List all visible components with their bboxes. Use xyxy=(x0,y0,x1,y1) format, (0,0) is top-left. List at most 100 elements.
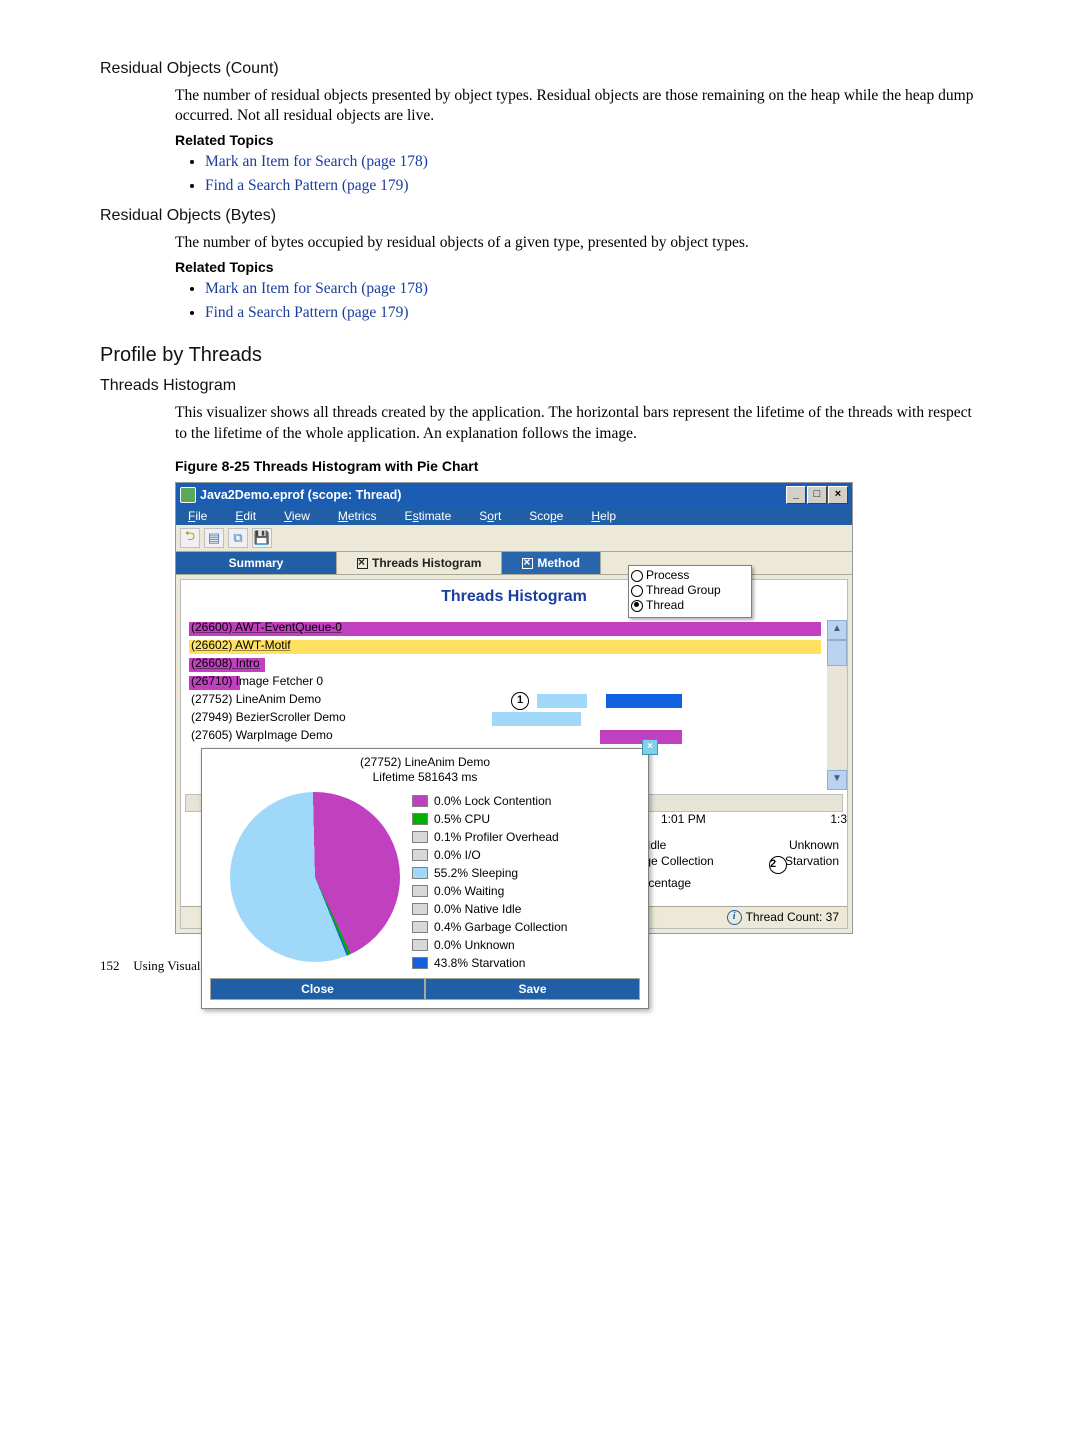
minimize-button[interactable]: _ xyxy=(786,486,806,504)
legend-label: 55.2% Sleeping xyxy=(434,864,518,882)
heading-threads-histogram: Threads Histogram xyxy=(100,377,980,395)
legend-row: 0.0% Unknown xyxy=(412,936,567,954)
page-number: 152 xyxy=(100,958,130,974)
chart-panel: Threads Histogram (26600) AWT-EventQueue… xyxy=(180,579,848,929)
window-title: Java2Demo.eprof (scope: Thread) xyxy=(200,488,401,502)
tooltip-close-icon[interactable]: × xyxy=(642,739,658,755)
time-tick: 1:01 PM xyxy=(661,812,706,826)
menu-help[interactable]: Help xyxy=(579,507,632,525)
tab-method[interactable]: Method xyxy=(502,552,601,574)
heading-profile-threads: Profile by Threads xyxy=(100,344,980,367)
legend-label: 0.0% Unknown xyxy=(434,936,515,954)
legend-label: 0.1% Profiler Overhead xyxy=(434,828,559,846)
menu-edit[interactable]: Edit xyxy=(223,507,272,525)
thread-tooltip: × (27752) LineAnim Demo Lifetime 581643 … xyxy=(201,748,649,1009)
tool-copy-icon[interactable]: ⧉ xyxy=(228,528,248,548)
scope-option-thread-group[interactable]: Thread Group xyxy=(631,583,751,598)
menu-scope[interactable]: Scope xyxy=(517,507,579,525)
scroll-thumb[interactable] xyxy=(827,640,847,666)
row-label[interactable]: (27752) LineAnim Demo xyxy=(191,692,321,706)
legend-swatch xyxy=(412,939,428,951)
body-threads-histogram: This visualizer shows all threads create… xyxy=(175,403,980,443)
related-links-list-2: Mark an Item for Search (page 178) Find … xyxy=(175,277,980,324)
body-residual-count: The number of residual objects presented… xyxy=(175,86,980,126)
legend-label: 0.0% Lock Contention xyxy=(434,792,551,810)
legend-swatch xyxy=(412,957,428,969)
legend-row: 0.0% Native Idle xyxy=(412,900,567,918)
row-label[interactable]: (26608) Intro xyxy=(191,656,260,670)
heading-residual-bytes: Residual Objects (Bytes) xyxy=(100,207,980,225)
tooltip-thread-name: (27752) LineAnim Demo xyxy=(210,755,640,771)
tab-summary[interactable]: Summary xyxy=(176,552,337,574)
menu-estimate[interactable]: Estimate xyxy=(393,507,468,525)
toolbar: ⮌ ▤ ⧉ 💾 xyxy=(176,525,852,552)
tool-doc-icon[interactable]: ▤ xyxy=(204,528,224,548)
legend-row: 0.1% Profiler Overhead xyxy=(412,828,567,846)
callout-1: 1 xyxy=(511,692,529,710)
legend-swatch xyxy=(412,795,428,807)
legend-label: 0.4% Garbage Collection xyxy=(434,918,567,936)
menu-sort[interactable]: Sort xyxy=(467,507,517,525)
tooltip-legend: 0.0% Lock Contention0.5% CPU0.1% Profile… xyxy=(412,792,567,972)
legend-swatch xyxy=(412,885,428,897)
scroll-down-icon[interactable]: ▼ xyxy=(827,770,847,790)
tooltip-lifetime: Lifetime 581643 ms xyxy=(210,770,640,786)
legend-swatch xyxy=(412,831,428,843)
scope-option-process[interactable]: Process xyxy=(631,568,751,583)
app-window: Java2Demo.eprof (scope: Thread) _ □ × Fi… xyxy=(175,482,853,934)
row-label[interactable]: (27949) BezierScroller Demo xyxy=(191,710,346,724)
related-topics-heading-2: Related Topics xyxy=(175,259,980,275)
legend-swatch xyxy=(412,813,428,825)
time-tick-right: 1:3 xyxy=(830,812,847,826)
tooltip-pie-chart xyxy=(230,792,400,962)
legend-row: 0.0% Waiting xyxy=(412,882,567,900)
legend-label: 0.0% Native Idle xyxy=(434,900,521,918)
app-icon xyxy=(180,487,196,503)
figure-caption: Figure 8-25 Threads Histogram with Pie C… xyxy=(175,458,980,474)
legend-label: 0.0% I/O xyxy=(434,846,481,864)
link-mark-item-2[interactable]: Mark an Item for Search (page 178) xyxy=(205,280,428,297)
legend-swatch xyxy=(412,867,428,879)
menu-file[interactable]: File xyxy=(176,507,223,525)
histogram-body: (26600) AWT-EventQueue-0 (26602) AWT-Mot… xyxy=(181,620,847,790)
row-label[interactable]: (26602) AWT-Motif xyxy=(191,638,291,652)
row-label[interactable]: (26600) AWT-EventQueue-0 xyxy=(191,620,342,634)
legend-swatch xyxy=(412,903,428,915)
legend-swatch xyxy=(412,921,428,933)
scope-option-thread[interactable]: Thread xyxy=(631,598,751,613)
heading-residual-count: Residual Objects (Count) xyxy=(100,60,980,78)
legend-row: 43.8% Starvation xyxy=(412,954,567,972)
tooltip-close-button[interactable]: Close xyxy=(210,978,425,1000)
window-titlebar[interactable]: Java2Demo.eprof (scope: Thread) _ □ × xyxy=(176,483,852,507)
tool-back-icon[interactable]: ⮌ xyxy=(180,528,200,548)
maximize-button[interactable]: □ xyxy=(807,486,827,504)
tab-threads-histogram[interactable]: Threads Histogram xyxy=(337,552,502,574)
tooltip-save-button[interactable]: Save xyxy=(425,978,640,1000)
close-button[interactable]: × xyxy=(828,486,848,504)
menu-metrics[interactable]: Metrics xyxy=(326,507,393,525)
legend-swatch xyxy=(412,849,428,861)
related-links-list: Mark an Item for Search (page 178) Find … xyxy=(175,150,980,197)
scrollbar-vertical[interactable]: ▲ ▼ xyxy=(827,620,847,790)
row-label[interactable]: (27605) WarpImage Demo xyxy=(191,728,333,742)
scroll-up-icon[interactable]: ▲ xyxy=(827,620,847,640)
thread-count: Thread Count: 37 xyxy=(746,910,839,924)
link-find-pattern-2[interactable]: Find a Search Pattern (page 179) xyxy=(205,304,409,321)
callout-2: 2 xyxy=(769,856,787,874)
legend-row: 0.4% Garbage Collection xyxy=(412,918,567,936)
tool-save-icon[interactable]: 💾 xyxy=(252,528,272,548)
scope-popup[interactable]: Process Thread Group Thread xyxy=(628,565,752,618)
menu-view[interactable]: View xyxy=(272,507,326,525)
legend-label: 0.0% Waiting xyxy=(434,882,504,900)
legend-row: 0.0% Lock Contention xyxy=(412,792,567,810)
legend-label: 0.5% CPU xyxy=(434,810,490,828)
link-find-pattern[interactable]: Find a Search Pattern (page 179) xyxy=(205,177,409,194)
legend-row: 55.2% Sleeping xyxy=(412,864,567,882)
legend-row: 0.0% I/O xyxy=(412,846,567,864)
body-residual-bytes: The number of bytes occupied by residual… xyxy=(175,233,980,253)
related-topics-heading: Related Topics xyxy=(175,132,980,148)
menu-bar: File Edit View Metrics Estimate Sort Sco… xyxy=(176,507,852,525)
legend-row: 0.5% CPU xyxy=(412,810,567,828)
link-mark-item[interactable]: Mark an Item for Search (page 178) xyxy=(205,153,428,170)
row-label[interactable]: (26710) Image Fetcher 0 xyxy=(191,674,323,688)
